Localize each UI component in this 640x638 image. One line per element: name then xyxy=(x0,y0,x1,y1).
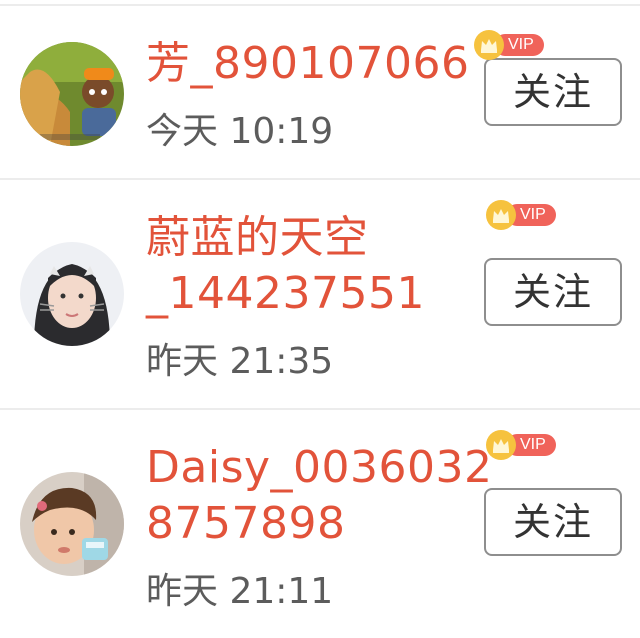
vip-badge: VIP xyxy=(474,30,544,60)
follow-button[interactable]: 关注 xyxy=(484,488,622,556)
user-row-3[interactable]: Daisy_0036032 8757898 昨天 21:11 VIP 关注 xyxy=(0,410,640,638)
username[interactable]: 蔚蓝的天空 _144237551 xyxy=(146,210,425,322)
user-row-1[interactable]: 芳_890107066 今天 10:19 VIP 关注 xyxy=(0,6,640,178)
crown-icon xyxy=(486,430,516,460)
avatar[interactable] xyxy=(20,242,124,346)
timestamp: 昨天 21:35 xyxy=(146,341,334,382)
vip-badge: VIP xyxy=(486,200,556,230)
avatar[interactable] xyxy=(20,472,124,576)
user-list: 芳_890107066 今天 10:19 VIP 关注 蔚蓝的天空 _14423… xyxy=(0,0,640,638)
user-row-2[interactable]: 蔚蓝的天空 _144237551 昨天 21:35 VIP 关注 xyxy=(0,180,640,408)
vip-badge: VIP xyxy=(486,430,556,460)
follow-button[interactable]: 关注 xyxy=(484,58,622,126)
follow-button[interactable]: 关注 xyxy=(484,258,622,326)
timestamp: 昨天 21:11 xyxy=(146,571,334,612)
avatar[interactable] xyxy=(20,42,124,146)
username[interactable]: Daisy_0036032 8757898 xyxy=(146,440,493,552)
username[interactable]: 芳_890107066 xyxy=(146,36,469,92)
crown-icon xyxy=(486,200,516,230)
crown-icon xyxy=(474,30,504,60)
timestamp: 今天 10:19 xyxy=(146,111,334,152)
